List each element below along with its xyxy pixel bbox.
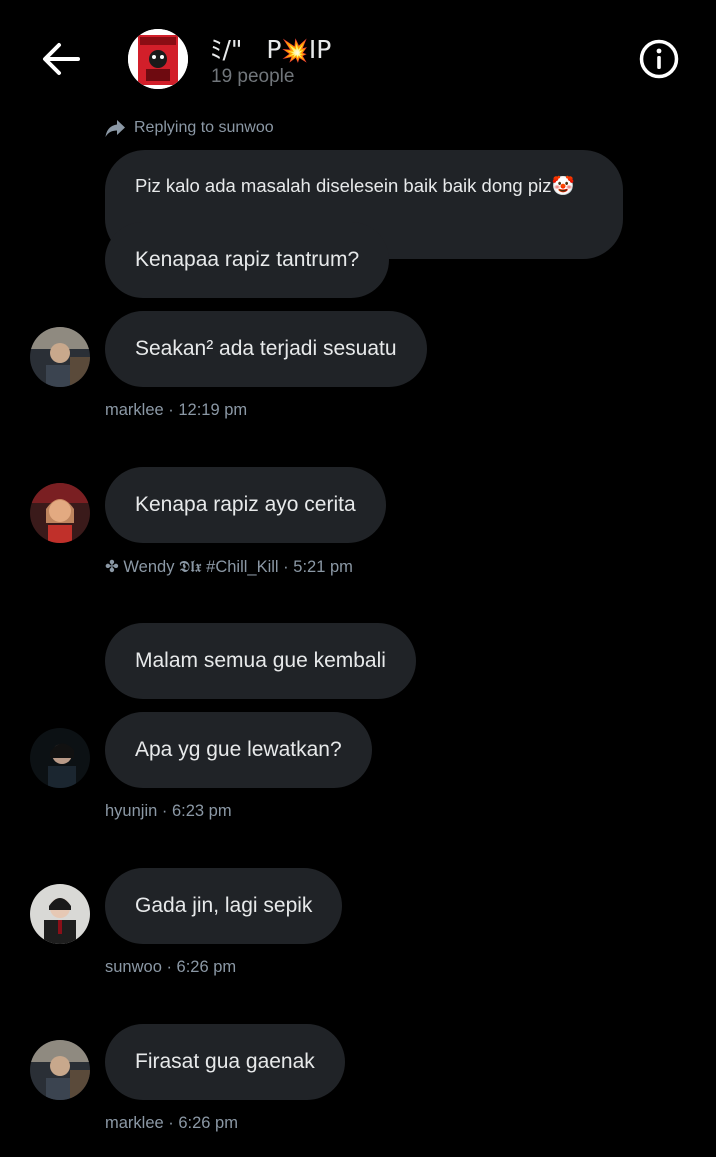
message-text: Apa yg gue lewatkan?: [135, 738, 342, 761]
group-name-end: IP: [308, 35, 332, 64]
message-meta: hyunjin · 6:23 pm: [105, 802, 232, 820]
avatar[interactable]: [30, 327, 90, 387]
group-avatar[interactable]: [128, 29, 188, 89]
message-bubble[interactable]: Seakan² ada terjadi sesuatu: [105, 311, 427, 387]
message-bubble[interactable]: Kenapaa rapiz tantrum?: [105, 222, 390, 298]
message-text: Malam semua gue kembali: [135, 649, 386, 672]
message-bubble[interactable]: Apa yg gue lewatkan?: [105, 712, 372, 788]
message-text: Gada jin, lagi sepik: [135, 894, 313, 917]
message-bubble[interactable]: Gada jin, lagi sepik: [105, 868, 343, 944]
info-button[interactable]: [639, 39, 679, 79]
info-circle-icon: [639, 39, 679, 79]
avatar-image: [30, 327, 90, 387]
member-count[interactable]: 19 people: [211, 66, 294, 88]
message-text: Piz kalo ada masalah diselesein baik bai…: [135, 175, 575, 196]
avatar-image: [30, 483, 90, 543]
message-bubble[interactable]: Kenapa rapiz ayo cerita: [105, 467, 386, 543]
avatar-image: [30, 884, 90, 944]
avatar[interactable]: [30, 884, 90, 944]
avatar[interactable]: [30, 1040, 90, 1100]
reply-arrow-icon: [105, 120, 125, 137]
message-text: Seakan² ada terjadi sesuatu: [135, 337, 397, 360]
group-name-suffix: P: [266, 35, 282, 64]
group-avatar-image: [128, 29, 188, 89]
avatar[interactable]: [30, 483, 90, 543]
message-meta: marklee · 6:26 pm: [105, 1114, 238, 1132]
message-text: Kenapa rapiz ayo cerita: [135, 493, 356, 516]
message-text: Kenapaa rapiz tantrum?: [135, 248, 360, 271]
avatar[interactable]: [30, 728, 90, 788]
reply-context: Replying to sunwoo: [104, 116, 274, 140]
message-bubble[interactable]: Malam semua gue kembali: [105, 623, 416, 699]
group-name-prefix: ﾐ/": [210, 35, 243, 64]
message-bubble[interactable]: Firasat gua gaenak: [105, 1024, 345, 1100]
avatar-image: [30, 728, 90, 788]
message-meta: sunwoo · 6:26 pm: [105, 958, 237, 976]
back-button[interactable]: [40, 40, 82, 78]
explosion-emoji: 💥: [281, 39, 309, 64]
conversation-header: ﾐ/" P💥IP 19 people: [0, 0, 716, 112]
group-name: ﾐ/" P💥IP: [210, 30, 331, 66]
message-meta: marklee · 12:19 pm: [105, 401, 248, 419]
reply-context-text: Replying to sunwoo: [134, 119, 274, 136]
message-meta: ✤ Wendy 𝕯𝖑𝖝 #Chill_Kill · 5:21 pm: [105, 558, 353, 576]
message-text: Firasat gua gaenak: [135, 1050, 315, 1073]
avatar-image: [30, 1040, 90, 1100]
arrow-left-icon: [43, 43, 80, 75]
